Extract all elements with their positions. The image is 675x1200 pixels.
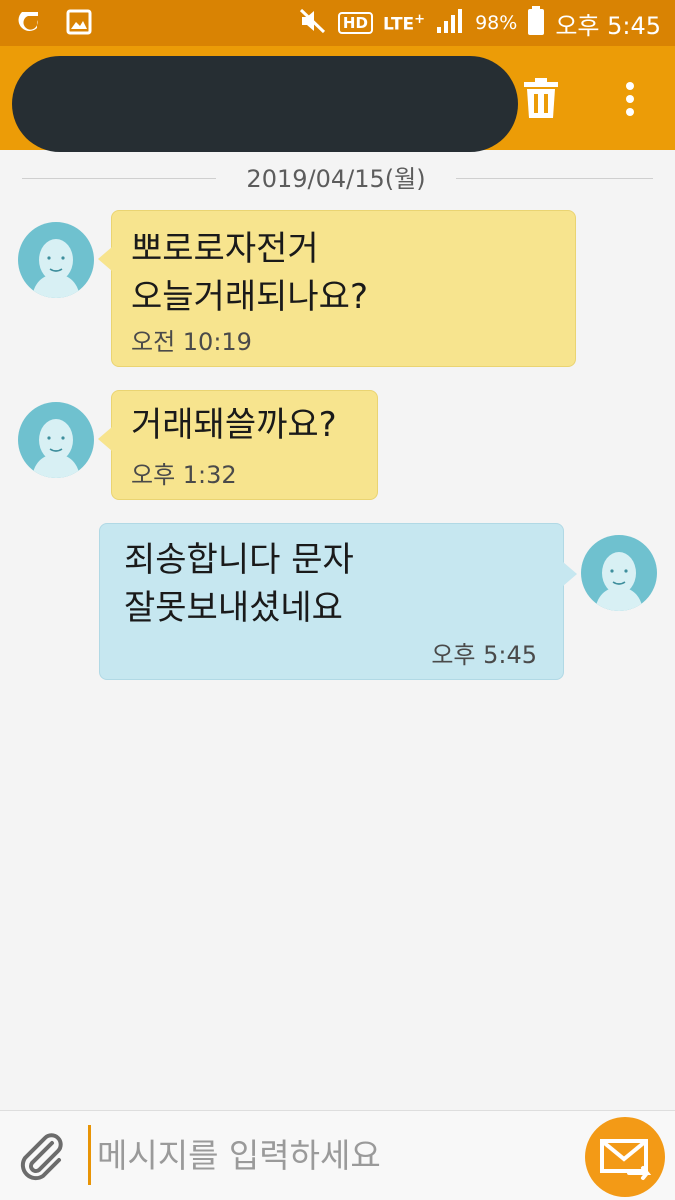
message-time: 오전 10:19 [131,328,252,356]
battery-icon [527,6,545,40]
divider-line-left [22,178,216,179]
message-time: 오후 5:45 [431,641,537,669]
bubble-tail [98,247,112,271]
battery-percent: 98% [475,12,518,34]
status-time: 오후 5:45 [555,11,661,40]
opera-icon [16,8,44,40]
lte-icon: LTE+ [382,11,426,35]
signal-icon [435,7,465,39]
message-text: 뽀로로자전거 오늘거래되나요? [131,229,369,317]
hd-voice-icon: HD [337,12,373,34]
message-time: 오후 1:32 [131,461,237,489]
message-bubble-incoming[interactable]: 뽀로로자전거 오늘거래되나요? 오전 10:19 [98,210,576,367]
paperclip-icon [20,1133,63,1181]
person-icon [595,552,643,611]
attach-button[interactable] [14,1129,68,1183]
send-button[interactable] [585,1117,665,1197]
conversation-date: 2019/04/15(월) [246,165,426,193]
more-vert-icon [626,82,634,116]
more-options-button[interactable] [612,74,648,124]
redacted-contact-name [12,56,518,152]
send-message-icon [600,1139,652,1180]
bubble-tail [98,427,112,451]
person-icon [32,239,80,298]
date-divider: 2019/04/15(월) [22,162,653,196]
message-text: 죄송합니다 문자 잘못보내셨네요 [124,540,354,628]
delete-button[interactable] [516,74,566,124]
trash-icon [524,78,558,118]
bubble-tail [563,562,577,586]
divider-line-right [456,178,653,179]
message-bubble-outgoing[interactable]: 죄송합니다 문자 잘못보내셨네요 오후 5:45 [99,523,577,680]
status-bar: HD LTE+ 98% 오후 5:45 [0,0,675,46]
message-bubble-incoming[interactable]: 거래돼쓸까요? 오후 1:32 [98,390,378,500]
gallery-icon [66,9,92,39]
app-bar [0,46,675,152]
contact-avatar[interactable] [18,402,94,478]
my-avatar[interactable] [581,535,657,611]
person-icon [32,419,80,478]
contact-avatar[interactable] [18,222,94,298]
composer-bar [0,1110,675,1200]
message-text: 거래돼쓸까요? [131,405,337,445]
mute-icon [298,7,328,39]
message-input[interactable] [88,1125,558,1185]
